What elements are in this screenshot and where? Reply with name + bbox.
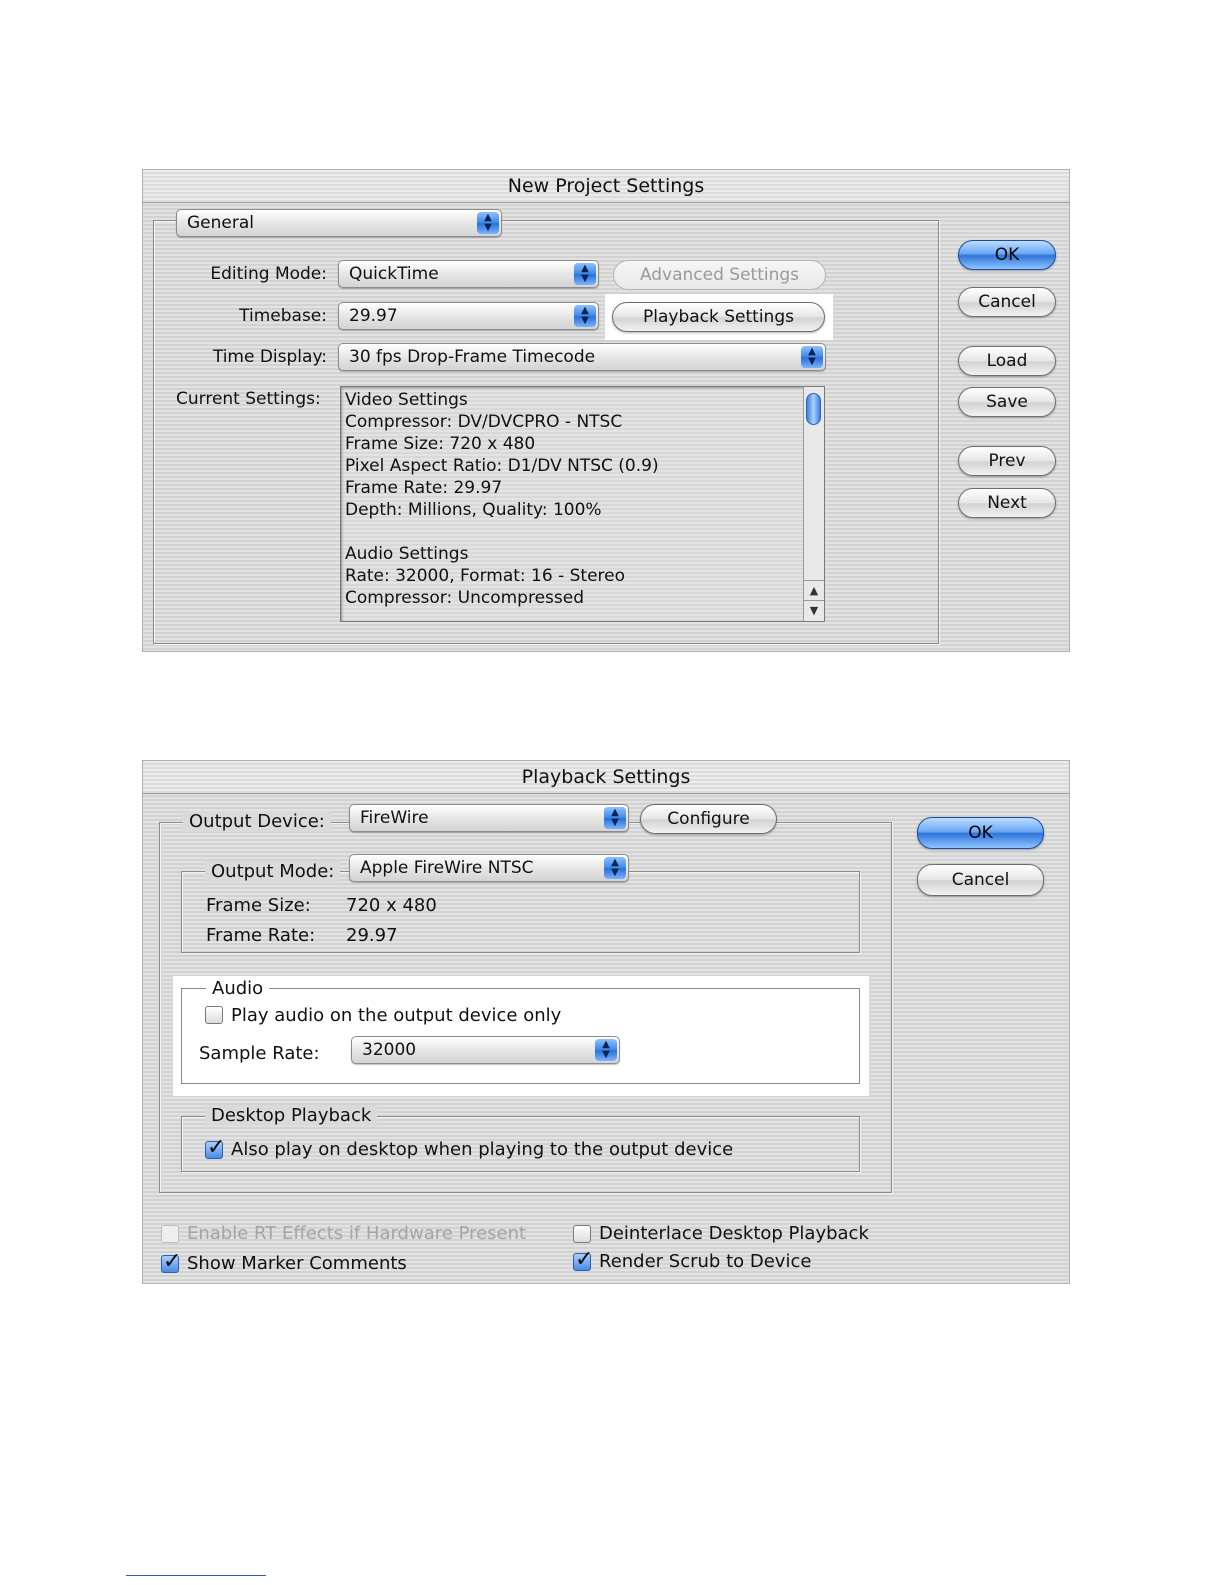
- also-play-label: Also play on desktop when playing to the…: [231, 1139, 734, 1160]
- playback-settings-button[interactable]: Playback Settings: [612, 302, 825, 332]
- save-button[interactable]: Save: [958, 387, 1056, 417]
- settings-line: Compressor: DV/DVCPRO - NTSC: [345, 412, 623, 432]
- output-mode-label: Output Mode:: [205, 861, 341, 882]
- editing-mode-popup[interactable]: QuickTime ▲ ▼: [338, 260, 599, 288]
- show-marker-checkbox[interactable]: ✓: [161, 1249, 181, 1274]
- configure-button[interactable]: Configure: [640, 804, 777, 834]
- advanced-settings-button[interactable]: Advanced Settings: [613, 260, 826, 290]
- time-display-popup[interactable]: 30 fps Drop-Frame Timecode ▲ ▼: [338, 343, 826, 371]
- settings-line: Depth: Millions, Quality: 100%: [345, 500, 602, 520]
- popup-arrows-icon: ▲ ▼: [595, 1039, 617, 1061]
- sample-rate-label: Sample Rate:: [199, 1043, 320, 1064]
- settings-line: Rate: 32000, Format: 16 - Stereo: [345, 566, 626, 586]
- enable-rt-checkbox[interactable]: [161, 1225, 179, 1243]
- show-marker-label: Show Marker Comments: [187, 1253, 407, 1274]
- frame-size-value: 720 x 480: [346, 895, 437, 916]
- sample-rate-popup[interactable]: 32000 ▲ ▼: [351, 1036, 620, 1064]
- output-mode-popup[interactable]: Apple FireWire NTSC ▲ ▼: [349, 854, 629, 882]
- footer-rule: [126, 1575, 266, 1576]
- ok-button[interactable]: OK: [917, 817, 1044, 849]
- section-popup-value: General: [187, 213, 254, 233]
- settings-line: Compressor: Uncompressed: [345, 588, 584, 608]
- cancel-button[interactable]: Cancel: [917, 864, 1044, 896]
- popup-arrows-icon: ▲ ▼: [604, 857, 626, 879]
- popup-arrows-icon: ▲ ▼: [574, 305, 596, 327]
- time-display-label: Time Display:: [212, 347, 327, 367]
- scroll-down-arrow-icon[interactable]: ▼: [804, 600, 824, 621]
- prev-button[interactable]: Prev: [958, 446, 1056, 476]
- popup-arrows-icon: ▲ ▼: [574, 263, 596, 285]
- settings-line: Pixel Aspect Ratio: D1/DV NTSC (0.9): [345, 456, 659, 476]
- desktop-playback-legend: Desktop Playback: [205, 1105, 378, 1126]
- checkmark-icon: ✓: [575, 1247, 594, 1272]
- render-scrub-label: Render Scrub to Device: [599, 1251, 812, 1272]
- popup-arrows-icon: ▲ ▼: [801, 346, 823, 368]
- output-mode-value: Apple FireWire NTSC: [360, 858, 534, 878]
- vertical-scrollbar[interactable]: ▲ ▼: [803, 387, 824, 621]
- editing-mode-value: QuickTime: [349, 264, 439, 284]
- playback-settings-window: Playback Settings Output Device: FireWir…: [143, 761, 1069, 1283]
- timebase-label: Timebase:: [239, 306, 327, 326]
- settings-line: Audio Settings: [345, 544, 469, 564]
- checkmark-icon: ✓: [163, 1249, 182, 1274]
- popup-arrows-icon: ▲ ▼: [604, 807, 626, 829]
- also-play-checkbox[interactable]: ✓: [205, 1135, 225, 1160]
- settings-line: Frame Size: 720 x 480: [345, 434, 536, 454]
- deinterlace-checkbox[interactable]: [573, 1225, 591, 1243]
- current-settings-textarea[interactable]: Video Settings Compressor: DV/DVCPRO - N…: [340, 386, 825, 622]
- ok-button[interactable]: OK: [958, 240, 1056, 270]
- scroll-thumb[interactable]: [806, 393, 821, 425]
- output-device-popup[interactable]: FireWire ▲ ▼: [349, 804, 629, 832]
- play-audio-checkbox[interactable]: [205, 1006, 223, 1024]
- settings-line: Video Settings: [345, 390, 468, 410]
- render-scrub-checkbox[interactable]: ✓: [573, 1247, 593, 1272]
- audio-legend: Audio: [206, 978, 270, 999]
- window-title: Playback Settings: [143, 761, 1069, 794]
- time-display-value: 30 fps Drop-Frame Timecode: [349, 347, 596, 367]
- output-device-value: FireWire: [360, 808, 429, 828]
- settings-line: Frame Rate: 29.97: [345, 478, 503, 498]
- timebase-popup[interactable]: 29.97 ▲ ▼: [338, 302, 599, 330]
- enable-rt-label: Enable RT Effects if Hardware Present: [187, 1223, 527, 1244]
- timebase-value: 29.97: [349, 306, 398, 326]
- load-button[interactable]: Load: [958, 346, 1056, 376]
- new-project-settings-window: New Project Settings General ▲ ▼ Editing …: [143, 170, 1069, 651]
- scroll-up-arrow-icon[interactable]: ▲: [804, 580, 824, 601]
- window-title: New Project Settings: [143, 170, 1069, 203]
- section-popup[interactable]: General ▲ ▼: [176, 209, 502, 237]
- deinterlace-label: Deinterlace Desktop Playback: [599, 1223, 869, 1244]
- cancel-button[interactable]: Cancel: [958, 287, 1056, 317]
- frame-rate-label: Frame Rate:: [206, 925, 316, 946]
- sample-rate-value: 32000: [362, 1040, 417, 1060]
- editing-mode-label: Editing Mode:: [210, 264, 327, 284]
- checkmark-icon: ✓: [207, 1135, 226, 1160]
- output-device-label: Output Device:: [183, 811, 331, 832]
- next-button[interactable]: Next: [958, 488, 1056, 518]
- current-settings-label: Current Settings:: [176, 389, 321, 409]
- popup-arrows-icon: ▲ ▼: [477, 212, 499, 234]
- play-audio-label: Play audio on the output device only: [231, 1005, 562, 1026]
- frame-size-label: Frame Size:: [206, 895, 311, 916]
- frame-rate-value: 29.97: [346, 925, 398, 946]
